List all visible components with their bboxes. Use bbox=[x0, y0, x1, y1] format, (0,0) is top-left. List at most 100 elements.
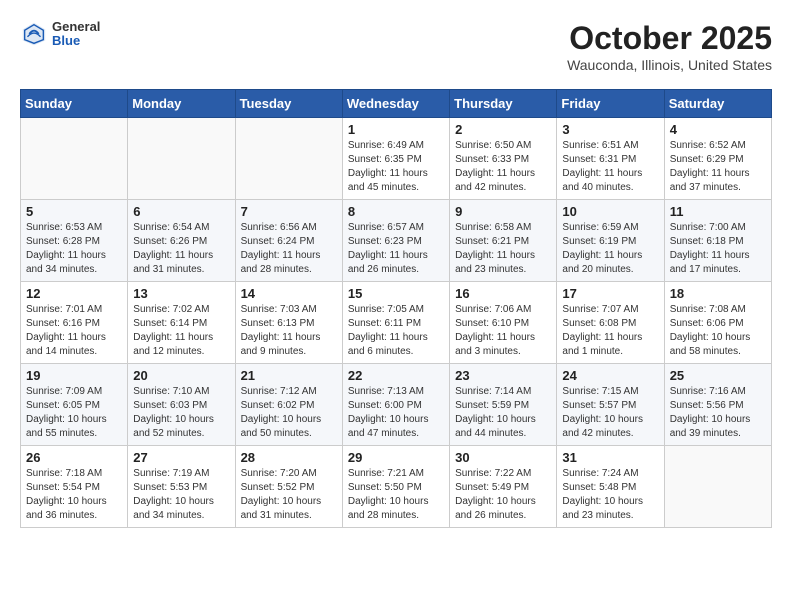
page-header: General Blue October 2025 Wauconda, Illi… bbox=[20, 20, 772, 73]
day-number: 23 bbox=[455, 368, 551, 383]
day-info: Sunrise: 7:14 AM Sunset: 5:59 PM Dayligh… bbox=[455, 385, 551, 441]
month-title: October 2025 bbox=[567, 20, 772, 57]
day-number: 13 bbox=[133, 286, 229, 301]
day-info: Sunrise: 7:03 AM Sunset: 6:13 PM Dayligh… bbox=[241, 303, 337, 359]
day-number: 14 bbox=[241, 286, 337, 301]
day-info: Sunrise: 7:00 AM Sunset: 6:18 PM Dayligh… bbox=[670, 221, 766, 277]
calendar-cell: 25 Sunrise: 7:16 AM Sunset: 5:56 PM Dayli… bbox=[664, 364, 771, 446]
day-info: Sunrise: 7:07 AM Sunset: 6:08 PM Dayligh… bbox=[562, 303, 658, 359]
day-info: Sunrise: 7:13 AM Sunset: 6:00 PM Dayligh… bbox=[348, 385, 444, 441]
calendar-cell: 14 Sunrise: 7:03 AM Sunset: 6:13 PM Dayli… bbox=[235, 282, 342, 364]
calendar-cell: 5 Sunrise: 6:53 AM Sunset: 6:28 PM Daylig… bbox=[21, 200, 128, 282]
day-info: Sunrise: 7:18 AM Sunset: 5:54 PM Dayligh… bbox=[26, 467, 122, 523]
calendar-cell bbox=[235, 118, 342, 200]
day-info: Sunrise: 7:15 AM Sunset: 5:57 PM Dayligh… bbox=[562, 385, 658, 441]
day-number: 5 bbox=[26, 204, 122, 219]
day-info: Sunrise: 6:51 AM Sunset: 6:31 PM Dayligh… bbox=[562, 139, 658, 195]
day-number: 19 bbox=[26, 368, 122, 383]
calendar-cell: 18 Sunrise: 7:08 AM Sunset: 6:06 PM Dayli… bbox=[664, 282, 771, 364]
calendar-cell: 30 Sunrise: 7:22 AM Sunset: 5:49 PM Dayli… bbox=[450, 446, 557, 528]
day-number: 21 bbox=[241, 368, 337, 383]
calendar-cell bbox=[664, 446, 771, 528]
calendar-cell bbox=[21, 118, 128, 200]
calendar-cell bbox=[128, 118, 235, 200]
day-info: Sunrise: 7:02 AM Sunset: 6:14 PM Dayligh… bbox=[133, 303, 229, 359]
day-number: 20 bbox=[133, 368, 229, 383]
day-info: Sunrise: 7:24 AM Sunset: 5:48 PM Dayligh… bbox=[562, 467, 658, 523]
title-area: October 2025 Wauconda, Illinois, United … bbox=[567, 20, 772, 73]
day-info: Sunrise: 7:10 AM Sunset: 6:03 PM Dayligh… bbox=[133, 385, 229, 441]
day-number: 25 bbox=[670, 368, 766, 383]
calendar-week-row: 26 Sunrise: 7:18 AM Sunset: 5:54 PM Dayli… bbox=[21, 446, 772, 528]
day-number: 15 bbox=[348, 286, 444, 301]
calendar-cell: 26 Sunrise: 7:18 AM Sunset: 5:54 PM Dayli… bbox=[21, 446, 128, 528]
day-info: Sunrise: 6:53 AM Sunset: 6:28 PM Dayligh… bbox=[26, 221, 122, 277]
day-info: Sunrise: 7:22 AM Sunset: 5:49 PM Dayligh… bbox=[455, 467, 551, 523]
day-info: Sunrise: 6:56 AM Sunset: 6:24 PM Dayligh… bbox=[241, 221, 337, 277]
logo-icon bbox=[20, 20, 48, 48]
day-number: 30 bbox=[455, 450, 551, 465]
day-number: 28 bbox=[241, 450, 337, 465]
day-number: 3 bbox=[562, 122, 658, 137]
column-header-thursday: Thursday bbox=[450, 90, 557, 118]
day-info: Sunrise: 7:21 AM Sunset: 5:50 PM Dayligh… bbox=[348, 467, 444, 523]
day-info: Sunrise: 6:58 AM Sunset: 6:21 PM Dayligh… bbox=[455, 221, 551, 277]
day-number: 22 bbox=[348, 368, 444, 383]
location-subtitle: Wauconda, Illinois, United States bbox=[567, 57, 772, 73]
logo-blue-text: Blue bbox=[52, 34, 100, 48]
calendar-cell: 23 Sunrise: 7:14 AM Sunset: 5:59 PM Dayli… bbox=[450, 364, 557, 446]
day-info: Sunrise: 7:19 AM Sunset: 5:53 PM Dayligh… bbox=[133, 467, 229, 523]
day-number: 6 bbox=[133, 204, 229, 219]
calendar-cell: 4Sunrise: 6:52 AM Sunset: 6:29 PM Daylig… bbox=[664, 118, 771, 200]
calendar-cell: 11Sunrise: 7:00 AM Sunset: 6:18 PM Dayli… bbox=[664, 200, 771, 282]
calendar-cell: 10 Sunrise: 6:59 AM Sunset: 6:19 PM Dayli… bbox=[557, 200, 664, 282]
day-number: 27 bbox=[133, 450, 229, 465]
calendar-header-row: SundayMondayTuesdayWednesdayThursdayFrid… bbox=[21, 90, 772, 118]
day-info: Sunrise: 6:59 AM Sunset: 6:19 PM Dayligh… bbox=[562, 221, 658, 277]
logo-text: General Blue bbox=[52, 20, 100, 49]
calendar-cell: 28 Sunrise: 7:20 AM Sunset: 5:52 PM Dayli… bbox=[235, 446, 342, 528]
day-info: Sunrise: 7:12 AM Sunset: 6:02 PM Dayligh… bbox=[241, 385, 337, 441]
column-header-tuesday: Tuesday bbox=[235, 90, 342, 118]
day-number: 17 bbox=[562, 286, 658, 301]
day-number: 2 bbox=[455, 122, 551, 137]
calendar-cell: 9Sunrise: 6:58 AM Sunset: 6:21 PM Daylig… bbox=[450, 200, 557, 282]
calendar-cell: 20 Sunrise: 7:10 AM Sunset: 6:03 PM Dayli… bbox=[128, 364, 235, 446]
column-header-sunday: Sunday bbox=[21, 90, 128, 118]
day-number: 31 bbox=[562, 450, 658, 465]
logo: General Blue bbox=[20, 20, 100, 49]
calendar-cell: 29 Sunrise: 7:21 AM Sunset: 5:50 PM Dayli… bbox=[342, 446, 449, 528]
day-info: Sunrise: 6:57 AM Sunset: 6:23 PM Dayligh… bbox=[348, 221, 444, 277]
day-info: Sunrise: 7:16 AM Sunset: 5:56 PM Dayligh… bbox=[670, 385, 766, 441]
calendar-cell: 8Sunrise: 6:57 AM Sunset: 6:23 PM Daylig… bbox=[342, 200, 449, 282]
calendar-cell: 21 Sunrise: 7:12 AM Sunset: 6:02 PM Dayli… bbox=[235, 364, 342, 446]
calendar-week-row: 12 Sunrise: 7:01 AM Sunset: 6:16 PM Dayli… bbox=[21, 282, 772, 364]
day-info: Sunrise: 7:01 AM Sunset: 6:16 PM Dayligh… bbox=[26, 303, 122, 359]
day-info: Sunrise: 7:09 AM Sunset: 6:05 PM Dayligh… bbox=[26, 385, 122, 441]
calendar-week-row: 5 Sunrise: 6:53 AM Sunset: 6:28 PM Daylig… bbox=[21, 200, 772, 282]
calendar-cell: 16Sunrise: 7:06 AM Sunset: 6:10 PM Dayli… bbox=[450, 282, 557, 364]
day-number: 26 bbox=[26, 450, 122, 465]
day-info: Sunrise: 7:08 AM Sunset: 6:06 PM Dayligh… bbox=[670, 303, 766, 359]
day-number: 29 bbox=[348, 450, 444, 465]
day-info: Sunrise: 7:20 AM Sunset: 5:52 PM Dayligh… bbox=[241, 467, 337, 523]
calendar-cell: 6 Sunrise: 6:54 AM Sunset: 6:26 PM Daylig… bbox=[128, 200, 235, 282]
calendar-cell: 27 Sunrise: 7:19 AM Sunset: 5:53 PM Dayli… bbox=[128, 446, 235, 528]
day-number: 7 bbox=[241, 204, 337, 219]
logo-general-text: General bbox=[52, 20, 100, 34]
calendar-cell: 17 Sunrise: 7:07 AM Sunset: 6:08 PM Dayli… bbox=[557, 282, 664, 364]
calendar-cell: 15Sunrise: 7:05 AM Sunset: 6:11 PM Dayli… bbox=[342, 282, 449, 364]
day-number: 18 bbox=[670, 286, 766, 301]
calendar-week-row: 19 Sunrise: 7:09 AM Sunset: 6:05 PM Dayli… bbox=[21, 364, 772, 446]
day-number: 12 bbox=[26, 286, 122, 301]
day-number: 10 bbox=[562, 204, 658, 219]
calendar-cell: 24 Sunrise: 7:15 AM Sunset: 5:57 PM Dayli… bbox=[557, 364, 664, 446]
day-number: 24 bbox=[562, 368, 658, 383]
day-info: Sunrise: 6:54 AM Sunset: 6:26 PM Dayligh… bbox=[133, 221, 229, 277]
column-header-saturday: Saturday bbox=[664, 90, 771, 118]
calendar-cell: 12 Sunrise: 7:01 AM Sunset: 6:16 PM Dayli… bbox=[21, 282, 128, 364]
day-info: Sunrise: 6:52 AM Sunset: 6:29 PM Dayligh… bbox=[670, 139, 766, 195]
calendar-table: SundayMondayTuesdayWednesdayThursdayFrid… bbox=[20, 89, 772, 528]
calendar-cell: 3 Sunrise: 6:51 AM Sunset: 6:31 PM Daylig… bbox=[557, 118, 664, 200]
calendar-cell: 13 Sunrise: 7:02 AM Sunset: 6:14 PM Dayli… bbox=[128, 282, 235, 364]
